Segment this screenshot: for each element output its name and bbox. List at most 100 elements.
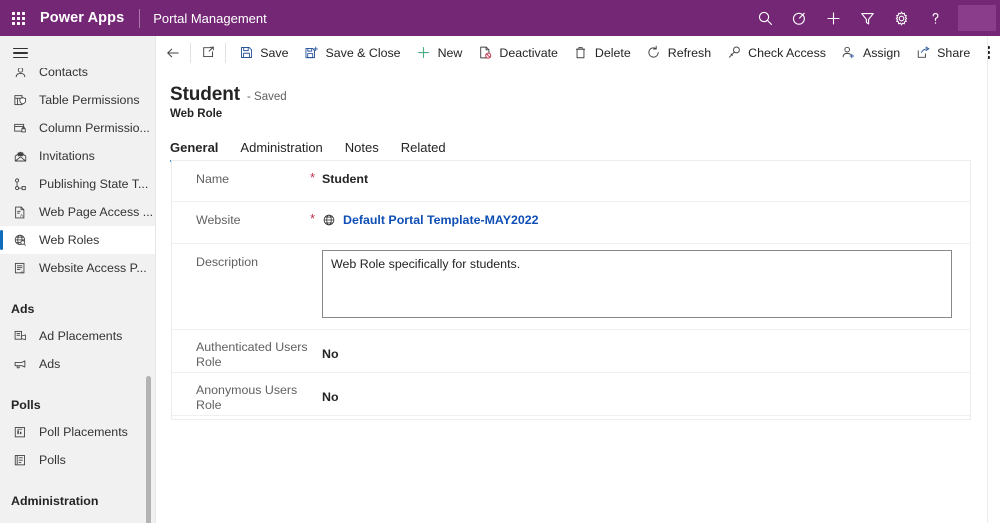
avatar[interactable] bbox=[958, 5, 996, 31]
ad-placements-icon bbox=[10, 326, 30, 346]
description-textarea[interactable]: Web Role specifically for students. bbox=[322, 250, 952, 318]
sidebar-item-label: Web Roles bbox=[39, 233, 99, 247]
save-and-close-button[interactable]: Save & Close bbox=[296, 39, 408, 67]
globe-icon bbox=[322, 213, 336, 227]
authenticated-users-role-value[interactable]: No bbox=[322, 330, 339, 361]
hamburger-icon[interactable] bbox=[0, 38, 40, 68]
filter-icon[interactable] bbox=[850, 0, 884, 36]
website-lookup-link[interactable]: Default Portal Template-MAY2022 bbox=[343, 213, 539, 227]
invitations-icon bbox=[10, 146, 30, 166]
sidebar-item-label: Publishing State T... bbox=[39, 177, 148, 191]
share-button[interactable]: Share bbox=[907, 39, 977, 67]
app-name[interactable]: Portal Management bbox=[153, 11, 266, 26]
sidebar-item-partial-below[interactable] bbox=[0, 514, 156, 523]
sidebar-group-ads: Ads bbox=[0, 292, 156, 322]
page-title: Student bbox=[170, 84, 240, 106]
website-required-marker: * bbox=[310, 202, 322, 226]
share-label: Share bbox=[937, 46, 970, 60]
deactivate-button[interactable]: Deactivate bbox=[469, 39, 565, 67]
website-access-icon: A bbox=[10, 258, 30, 278]
sidebar-scrollbar-thumb[interactable] bbox=[146, 376, 151, 523]
authenticated-users-role-label: Authenticated Users Role bbox=[196, 330, 310, 370]
app-header: Power Apps Portal Management bbox=[0, 0, 1000, 36]
sidebar-item-column-permissions[interactable]: Column Permissio... bbox=[0, 114, 156, 142]
tab-notes[interactable]: Notes bbox=[345, 132, 379, 162]
contacts-icon bbox=[10, 68, 30, 82]
anonymous-users-role-label: Anonymous Users Role bbox=[196, 373, 310, 413]
ads-icon bbox=[10, 354, 30, 374]
plus-icon bbox=[415, 44, 433, 62]
back-arrow-icon[interactable] bbox=[160, 39, 186, 67]
gear-icon[interactable] bbox=[884, 0, 918, 36]
new-button[interactable]: New bbox=[408, 39, 470, 67]
tab-general[interactable]: General bbox=[170, 132, 218, 162]
header-divider bbox=[139, 9, 140, 28]
form-row-description: Description Web Role specifically for st… bbox=[172, 244, 970, 330]
sidebar-item-label: Table Permissions bbox=[39, 93, 140, 107]
help-icon[interactable] bbox=[918, 0, 952, 36]
delete-button[interactable]: Delete bbox=[565, 39, 638, 67]
plus-icon[interactable] bbox=[816, 0, 850, 36]
save-button[interactable]: Save bbox=[230, 39, 295, 67]
sidebar-item-ads[interactable]: Ads bbox=[0, 350, 156, 378]
sidebar-item-polls[interactable]: Polls bbox=[0, 446, 156, 474]
sidebar-item-invitations[interactable]: Invitations bbox=[0, 142, 156, 170]
delete-label: Delete bbox=[595, 46, 631, 60]
description-field-wrap: Web Role specifically for students. bbox=[322, 244, 970, 328]
command-separator bbox=[190, 43, 191, 63]
sidebar-item-label: Poll Placements bbox=[39, 425, 128, 439]
sidebar-item-label: Invitations bbox=[39, 149, 95, 163]
popout-glyph bbox=[199, 44, 217, 62]
assign-user-icon bbox=[840, 44, 858, 62]
trash-icon bbox=[572, 44, 590, 62]
save-icon bbox=[237, 44, 255, 62]
sidebar-item-poll-placements[interactable]: Poll Placements bbox=[0, 418, 156, 446]
poll-placements-icon bbox=[10, 422, 30, 442]
tab-related[interactable]: Related bbox=[401, 132, 446, 162]
sidebar-item-label: Column Permissio... bbox=[39, 121, 150, 135]
publishing-state-icon bbox=[10, 174, 30, 194]
name-field[interactable]: Student bbox=[322, 161, 970, 186]
open-in-new-window-icon[interactable] bbox=[195, 39, 221, 67]
check-access-button[interactable]: Check Access bbox=[718, 39, 833, 67]
search-icon[interactable] bbox=[748, 0, 782, 36]
command-separator bbox=[225, 43, 226, 63]
sidebar-item-publishing-state-transitions[interactable]: Publishing State T... bbox=[0, 170, 156, 198]
sidebar-item-web-page-access-control-rules[interactable]: A Web Page Access ... bbox=[0, 198, 156, 226]
name-label: Name bbox=[196, 161, 310, 187]
partial-item-icon bbox=[10, 518, 30, 523]
sidebar-item-label: Polls bbox=[39, 453, 66, 467]
sidebar-item-web-roles[interactable]: Web Roles bbox=[0, 226, 156, 254]
command-bar: Save Save & Close New bbox=[156, 36, 1000, 70]
refresh-button[interactable]: Refresh bbox=[638, 39, 718, 67]
sidebar-group-administration: Administration bbox=[0, 484, 156, 514]
brand-title[interactable]: Power Apps bbox=[40, 10, 124, 26]
sidebar-item-label: Website Access P... bbox=[39, 261, 147, 275]
description-required-marker bbox=[310, 244, 322, 253]
save-label: Save bbox=[260, 46, 288, 60]
assign-button[interactable]: Assign bbox=[833, 39, 907, 67]
right-panel-divider bbox=[987, 36, 988, 523]
sidebar-item-table-permissions[interactable]: Table Permissions bbox=[0, 86, 156, 114]
share-icon bbox=[914, 44, 932, 62]
name-required-marker: * bbox=[310, 161, 322, 185]
table-permissions-icon bbox=[10, 90, 30, 110]
entity-name: Web Role bbox=[170, 108, 1000, 120]
column-permissions-icon bbox=[10, 118, 30, 138]
deactivate-label: Deactivate bbox=[499, 46, 558, 60]
record-title-line: Student - Saved bbox=[170, 84, 1000, 106]
sidebar-item-ad-placements[interactable]: Ad Placements bbox=[0, 322, 156, 350]
check-access-icon bbox=[725, 44, 743, 62]
sidebar-item-contacts[interactable]: Contacts bbox=[0, 68, 156, 86]
sidebar-scroll-region[interactable]: Contacts Table Permissions bbox=[0, 68, 156, 523]
sidebar-item-label: Ad Placements bbox=[39, 329, 122, 343]
app-launcher-icon[interactable] bbox=[0, 0, 36, 36]
sidebar-item-website-access-permissions[interactable]: A Website Access P... bbox=[0, 254, 156, 282]
description-label: Description bbox=[196, 244, 310, 270]
tab-administration[interactable]: Administration bbox=[240, 132, 322, 162]
more-options-icon[interactable] bbox=[977, 39, 1000, 67]
target-icon[interactable] bbox=[782, 0, 816, 36]
form-row-website: Website * Default Portal Template-MAY202… bbox=[172, 202, 970, 244]
website-field[interactable]: Default Portal Template-MAY2022 bbox=[322, 202, 970, 227]
anonymous-users-role-value[interactable]: No bbox=[322, 373, 339, 404]
